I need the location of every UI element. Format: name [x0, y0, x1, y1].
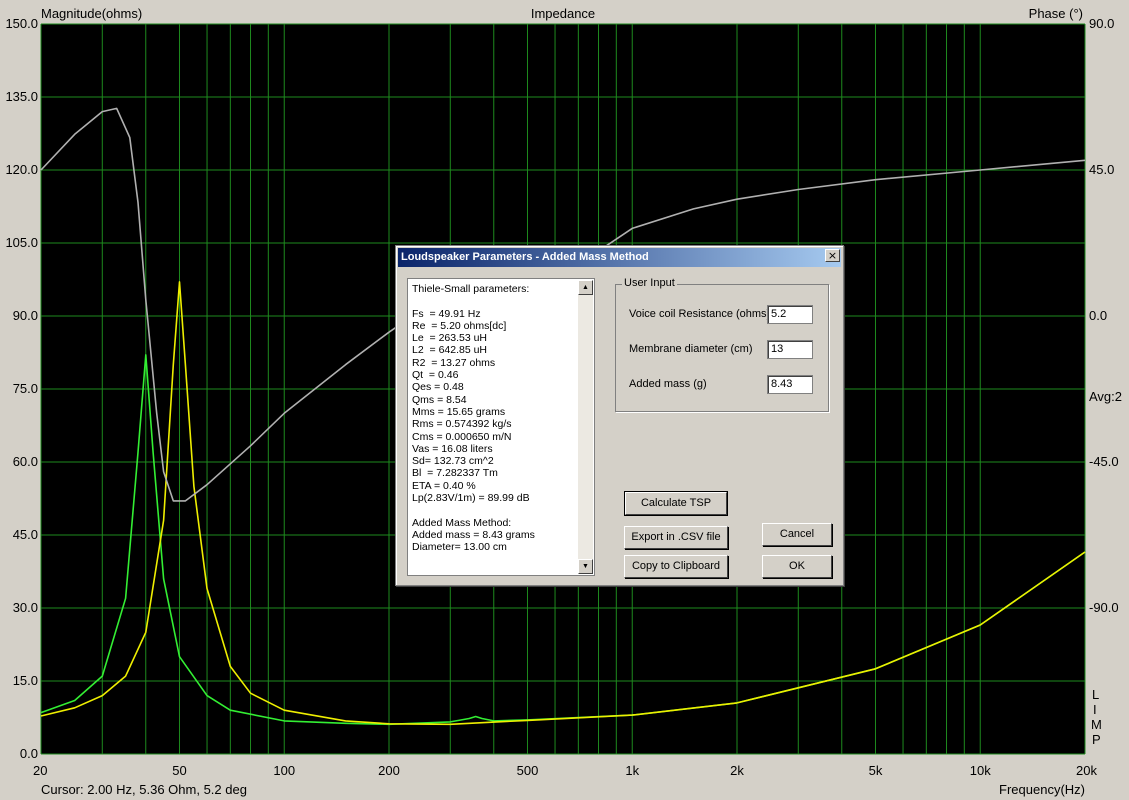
close-icon[interactable]: ×	[825, 249, 840, 262]
limp-letter-l: L	[1092, 687, 1099, 702]
tsp-results-textbox[interactable]: Thiele-Small parameters: Fs = 49.91 Hz R…	[407, 278, 595, 576]
x-tick-label: 50	[172, 763, 186, 778]
x-tick-label: 5k	[869, 763, 883, 778]
x-tick-label: 1k	[625, 763, 639, 778]
membrane-diameter-label: Membrane diameter (cm)	[629, 343, 753, 355]
voice-coil-resistance-input[interactable]: 5.2	[767, 305, 813, 324]
export-csv-button[interactable]: Export in .CSV file	[624, 526, 728, 549]
y-tick-label: 0.0	[20, 746, 38, 761]
chart-title: Impedance	[531, 6, 595, 21]
y-axis-label: Magnitude(ohms)	[41, 6, 142, 21]
x-axis-label: Frequency(Hz)	[999, 782, 1085, 797]
y-tick-label: 60.0	[13, 454, 38, 469]
user-input-group: User Input Voice coil Resistance (ohms) …	[615, 277, 829, 412]
y-tick-label: 15.0	[13, 673, 38, 688]
y2-tick-label: 45.0	[1089, 162, 1114, 177]
y2-axis-label: Phase (°)	[1029, 6, 1083, 21]
x-tick-label: 200	[378, 763, 400, 778]
x-tick-label: 500	[517, 763, 539, 778]
x-tick-label: 20k	[1076, 763, 1097, 778]
y2-tick-label: 90.0	[1089, 16, 1114, 31]
cursor-readout: Cursor: 2.00 Hz, 5.36 Ohm, 5.2 deg	[41, 782, 247, 797]
tsp-scrollbar[interactable]: ▲ ▼	[578, 280, 593, 574]
scroll-up-icon[interactable]: ▲	[578, 280, 593, 295]
y2-tick-label: -45.0	[1089, 454, 1119, 469]
y-tick-label: 135.0	[5, 89, 38, 104]
y-tick-label: 150.0	[5, 16, 38, 31]
y-tick-label: 30.0	[13, 600, 38, 615]
dialog-title: Loudspeaker Parameters - Added Mass Meth…	[398, 248, 841, 267]
cancel-button[interactable]: Cancel	[762, 523, 832, 546]
added-mass-label: Added mass (g)	[629, 378, 707, 390]
voice-coil-resistance-label: Voice coil Resistance (ohms)	[629, 308, 771, 320]
x-tick-label: 10k	[970, 763, 991, 778]
avg-label: Avg:2	[1089, 389, 1122, 404]
x-tick-label: 2k	[730, 763, 744, 778]
membrane-diameter-input[interactable]: 13	[767, 340, 813, 359]
x-tick-label: 20	[33, 763, 47, 778]
y-tick-label: 45.0	[13, 527, 38, 542]
y2-tick-label: -90.0	[1089, 600, 1119, 615]
copy-to-clipboard-button[interactable]: Copy to Clipboard	[624, 555, 728, 578]
limp-letter-i: I	[1093, 702, 1097, 717]
scroll-down-icon[interactable]: ▼	[578, 559, 593, 574]
y-tick-label: 120.0	[5, 162, 38, 177]
y-tick-label: 75.0	[13, 381, 38, 396]
y-tick-label: 90.0	[13, 308, 38, 323]
y2-tick-label: 0.0	[1089, 308, 1107, 323]
user-input-group-title: User Input	[622, 277, 677, 289]
ok-button[interactable]: OK	[762, 555, 832, 578]
calculate-tsp-button[interactable]: Calculate TSP	[624, 491, 728, 516]
added-mass-input[interactable]: 8.43	[767, 375, 813, 394]
tsp-results-text: Thiele-Small parameters: Fs = 49.91 Hz R…	[412, 283, 535, 554]
limp-letter-m: M	[1091, 717, 1102, 732]
y-tick-label: 105.0	[5, 235, 38, 250]
x-tick-label: 100	[273, 763, 295, 778]
loudspeaker-parameters-dialog[interactable]: Loudspeaker Parameters - Added Mass Meth…	[395, 245, 844, 586]
limp-letter-p: P	[1092, 732, 1101, 747]
